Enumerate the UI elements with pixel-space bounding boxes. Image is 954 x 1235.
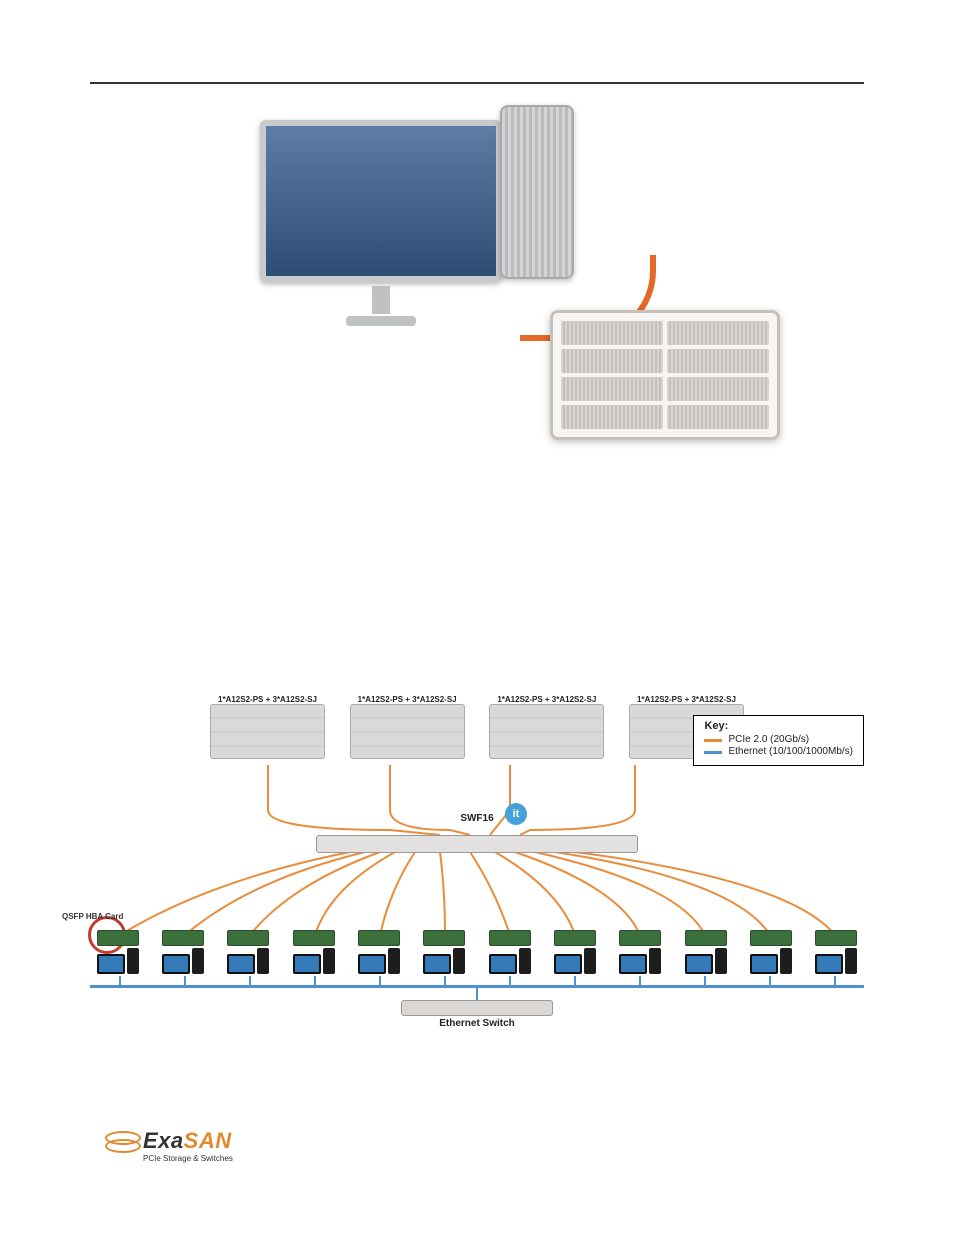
hba-card xyxy=(293,930,335,946)
client-workstation xyxy=(482,930,537,974)
client-workstation xyxy=(678,930,733,974)
client-workstation xyxy=(744,930,799,974)
client-workstation xyxy=(155,930,210,974)
ethernet-bus-line xyxy=(90,985,864,988)
footer-logo: ExaSAN xyxy=(105,1128,232,1154)
monitor xyxy=(260,120,502,282)
drive-bay xyxy=(561,405,663,429)
drive-bay xyxy=(667,377,769,401)
drive-bay xyxy=(667,405,769,429)
drive-bay xyxy=(667,349,769,373)
logo-text-san: SAN xyxy=(184,1128,232,1153)
hba-card xyxy=(97,930,139,946)
logo-subtitle: PCIe Storage & Switches xyxy=(143,1154,233,1163)
client-workstation xyxy=(809,930,864,974)
logo-text-exa: Exa xyxy=(143,1128,184,1153)
hba-card xyxy=(554,930,596,946)
storage-stack: 1*A12S2-PS + 3*A12S2-SJ xyxy=(489,695,604,759)
hba-card xyxy=(162,930,204,946)
qsfp-label: QSFP HBA Card xyxy=(62,912,123,921)
storage-stack: 1*A12S2-PS + 3*A12S2-SJ xyxy=(210,695,325,759)
pcie-switch xyxy=(316,835,638,853)
client-row xyxy=(90,930,864,974)
client-workstation xyxy=(548,930,603,974)
client-workstation xyxy=(417,930,472,974)
key-eth: Ethernet (10/100/1000Mb/s) xyxy=(728,746,853,759)
hba-card xyxy=(358,930,400,946)
stack-label: 1*A12S2-PS + 3*A12S2-SJ xyxy=(210,695,325,704)
drive-bay xyxy=(667,321,769,345)
storage-array xyxy=(550,310,780,440)
storage-stack: 1*A12S2-PS + 3*A12S2-SJ xyxy=(350,695,465,759)
legend-key: Key: PCIe 2.0 (20Gb/s) Ethernet (10/100/… xyxy=(693,715,864,766)
swatch-pcie xyxy=(704,739,722,742)
client-workstation xyxy=(613,930,668,974)
hba-card xyxy=(685,930,727,946)
logo-rings-icon xyxy=(105,1129,137,1153)
key-title: Key: xyxy=(704,720,728,732)
hba-card xyxy=(423,930,465,946)
swatch-eth xyxy=(704,751,722,754)
drive-bay xyxy=(561,321,663,345)
hba-card xyxy=(227,930,269,946)
figure-san-topology: 1*A12S2-PS + 3*A12S2-SJ 1*A12S2-PS + 3*A… xyxy=(90,680,864,1040)
stack-label: 1*A12S2-PS + 3*A12S2-SJ xyxy=(629,695,744,704)
drive-bay xyxy=(561,377,663,401)
client-workstation xyxy=(286,930,341,974)
client-workstation xyxy=(351,930,406,974)
swf-badge-icon: it xyxy=(505,803,527,825)
client-workstation xyxy=(90,930,145,974)
ethernet-switch xyxy=(401,1000,553,1016)
hba-card xyxy=(489,930,531,946)
key-pcie: PCIe 2.0 (20Gb/s) xyxy=(728,734,809,747)
stack-label: 1*A12S2-PS + 3*A12S2-SJ xyxy=(350,695,465,704)
switch-label: SWF16 xyxy=(460,813,493,824)
ethernet-switch-label: Ethernet Switch xyxy=(439,1018,515,1029)
header-rule xyxy=(90,82,864,84)
figure-das-connection xyxy=(90,110,864,440)
workstation-tower xyxy=(500,105,574,279)
hba-card xyxy=(619,930,661,946)
hba-card xyxy=(750,930,792,946)
drive-bay xyxy=(561,349,663,373)
hba-card xyxy=(815,930,857,946)
client-workstation xyxy=(221,930,276,974)
stack-label: 1*A12S2-PS + 3*A12S2-SJ xyxy=(489,695,604,704)
